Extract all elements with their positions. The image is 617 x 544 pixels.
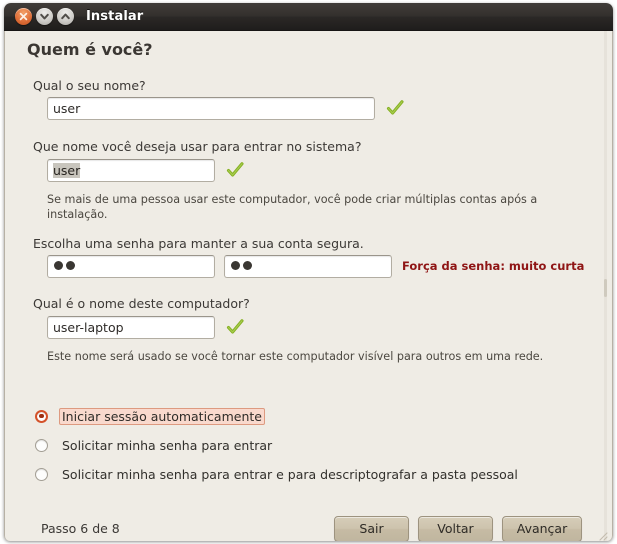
title-bar: Instalar — [4, 3, 613, 31]
page-title: Quem é você? — [27, 40, 153, 59]
fullname-input[interactable]: user — [47, 97, 375, 120]
radio-require-password-indicator[interactable] — [35, 438, 48, 452]
username-label: Que nome você deseja usar para entrar no… — [33, 139, 362, 154]
fullname-label: Qual o seu nome? — [33, 78, 146, 93]
minimize-icon[interactable] — [36, 8, 53, 25]
step-indicator: Passo 6 de 8 — [41, 521, 120, 536]
radio-encrypt-home[interactable]: Solicitar minha senha para entrar e para… — [35, 464, 521, 484]
username-input-value: user — [53, 163, 81, 178]
hostname-label: Qual é o nome deste computador? — [33, 296, 250, 311]
password-label: Escolha uma senha para manter a sua cont… — [33, 236, 364, 251]
quit-button[interactable]: Sair — [334, 516, 409, 541]
password-strength-text: Força da senha: muito curta — [402, 259, 585, 273]
radio-autologin-label: Iniciar sessão automaticamente — [59, 407, 265, 425]
username-input[interactable]: user — [47, 159, 215, 182]
fullname-valid-check-icon — [384, 97, 406, 123]
hostname-help-text: Este nome será usado se você tornar este… — [47, 350, 544, 363]
installer-window: Instalar Quem é você? Qual o seu nome? u… — [4, 3, 613, 541]
hostname-input[interactable]: user-laptop — [47, 316, 215, 339]
radio-encrypt-home-indicator[interactable] — [35, 467, 48, 481]
password-confirm-input[interactable] — [224, 255, 392, 278]
close-icon[interactable] — [15, 8, 32, 25]
vertical-scrollbar-thumb[interactable] — [604, 279, 607, 297]
hostname-valid-check-icon — [224, 316, 246, 342]
installer-content: Quem é você? Qual o seu nome? user Que n… — [4, 31, 613, 541]
back-button[interactable]: Voltar — [418, 516, 493, 541]
window-title: Instalar — [86, 9, 144, 24]
next-button[interactable]: Avançar — [502, 516, 582, 541]
radio-encrypt-home-label: Solicitar minha senha para entrar e para… — [62, 466, 518, 482]
resize-grip[interactable] — [596, 526, 608, 541]
radio-require-password-label: Solicitar minha senha para entrar — [62, 437, 273, 453]
window-controls — [15, 8, 74, 25]
password-input[interactable] — [47, 255, 215, 278]
radio-require-password[interactable]: Solicitar minha senha para entrar — [35, 435, 275, 455]
radio-autologin[interactable]: Iniciar sessão automaticamente — [35, 406, 265, 426]
username-help-text: Se mais de uma pessoa usar este computad… — [47, 193, 538, 221]
maximize-icon[interactable] — [57, 8, 74, 25]
username-valid-check-icon — [224, 159, 246, 185]
radio-autologin-indicator[interactable] — [35, 409, 48, 423]
